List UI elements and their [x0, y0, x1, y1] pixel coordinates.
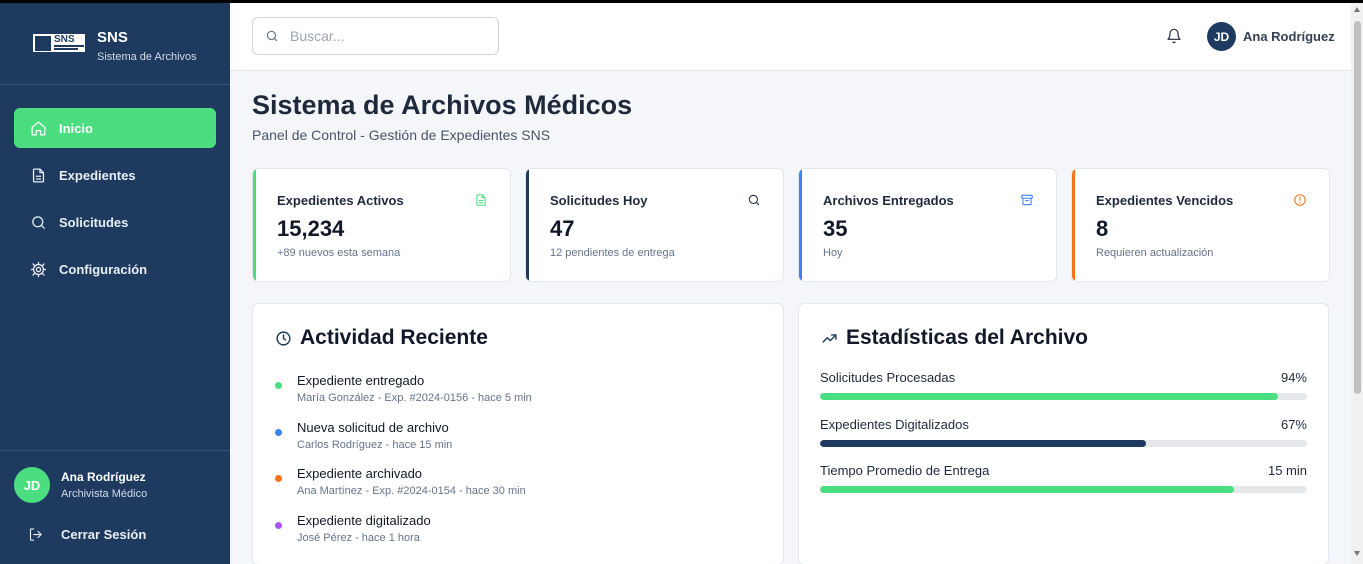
- activity-title: Expediente entregado: [297, 373, 425, 388]
- sidebar-item-label: Solicitudes: [59, 214, 129, 230]
- brand-subtitle: Sistema de Archivos: [97, 51, 197, 63]
- clock-icon: [276, 330, 291, 346]
- gear-icon: [30, 261, 47, 277]
- activity-meta: Carlos Rodríguez - hace 15 min: [297, 438, 453, 451]
- home-icon: [31, 120, 46, 136]
- trending-up-icon: [822, 333, 837, 343]
- progress-fill: [820, 439, 1147, 447]
- activity-meta: José Pérez - hace 1 hora: [297, 531, 420, 544]
- page-title: Sistema de Archivos Médicos: [252, 90, 633, 120]
- stat-value: 8: [1096, 216, 1109, 241]
- document-icon: [474, 193, 488, 212]
- page-subtitle: Panel de Control - Gestión de Expediente…: [252, 127, 551, 143]
- sidebar-item-label: Inicio: [59, 120, 93, 136]
- stat-note: Requieren actualización: [1096, 247, 1214, 259]
- stat-label: Expedientes Vencidos: [1096, 193, 1234, 208]
- activity-meta: María González - Exp. #2024-0156 - hace …: [297, 392, 532, 404]
- header-user-name[interactable]: Ana Rodríguez: [1243, 29, 1335, 44]
- progress-fill: [820, 486, 1234, 493]
- stat-card-archivos-entregados: Archivos Entregados 35 Hoy: [798, 168, 1057, 282]
- avatar: JD: [14, 467, 50, 503]
- brand-name: SNS: [97, 29, 128, 46]
- sidebar-item-label: Expedientes: [59, 167, 136, 183]
- bell-icon: [1167, 28, 1181, 44]
- logout-button[interactable]: Cerrar Sesión: [28, 527, 146, 542]
- brand: SNS SNS Sistema de Archivos: [0, 3, 230, 85]
- search-icon: [747, 193, 761, 212]
- sidebar-user: JD Ana Rodríguez Archivista Médico Cerra…: [0, 450, 230, 564]
- stat-row-value: 67%: [1280, 416, 1307, 432]
- panel-title: Estadísticas del Archivo: [821, 326, 1088, 350]
- search-icon: [266, 30, 278, 42]
- sidebar-item-expedientes[interactable]: Expedientes: [14, 155, 216, 195]
- search-input[interactable]: [290, 28, 480, 44]
- stat-value: 47: [550, 216, 575, 241]
- status-dot: [275, 475, 282, 482]
- archive-icon: [1020, 193, 1034, 212]
- sidebar-item-solicitudes[interactable]: Solicitudes: [14, 202, 216, 242]
- avatar[interactable]: JD: [1207, 22, 1236, 51]
- card-accent: [799, 169, 802, 281]
- stat-card-expedientes-vencidos: Expedientes Vencidos 8 Requieren actuali…: [1071, 168, 1330, 282]
- progress-track: [820, 393, 1307, 400]
- stat-label: Archivos Entregados: [823, 193, 954, 208]
- sidebar-nav: Inicio Expedientes Solicitudes Configura…: [14, 108, 216, 296]
- recent-activity-panel: Actividad Reciente Expediente entregado M…: [252, 303, 784, 564]
- activity-title: Expediente digitalizado: [297, 512, 431, 528]
- activity-title: Nueva solicitud de archivo: [297, 419, 449, 435]
- stat-row-label: Expedientes Digitalizados: [820, 416, 969, 432]
- progress-fill: [820, 393, 1278, 400]
- status-dot: [275, 428, 282, 436]
- status-dot: [275, 382, 282, 389]
- stat-row-label: Solicitudes Procesadas: [820, 370, 956, 385]
- logout-icon: [29, 528, 42, 541]
- stat-card-solicitudes-hoy: Solicitudes Hoy 47 12 pendientes de entr…: [525, 168, 784, 282]
- archive-stats-panel: Estadísticas del Archivo Solicitudes Pro…: [798, 303, 1329, 564]
- logout-label: Cerrar Sesión: [61, 527, 147, 542]
- panel-title: Actividad Reciente: [275, 326, 488, 350]
- scroll-thumb[interactable]: [1354, 21, 1361, 394]
- activity-title: Expediente archivado: [297, 466, 423, 481]
- stat-value: 35: [823, 216, 848, 241]
- stat-label: Solicitudes Hoy: [550, 193, 648, 208]
- sidebar-item-inicio[interactable]: Inicio: [14, 108, 216, 148]
- alert-icon: [1293, 193, 1307, 212]
- card-accent: [1072, 169, 1075, 281]
- activity-meta: Ana Martínez - Exp. #2024-0154 - hace 30…: [297, 485, 526, 497]
- scroll-down-arrow[interactable]: [1354, 551, 1360, 556]
- stat-card-expedientes-activos: Expedientes Activos 15,234 +89 nuevos es…: [252, 168, 511, 282]
- user-role: Archivista Médico: [61, 488, 148, 500]
- stat-row-label: Tiempo Promedio de Entrega: [820, 463, 990, 478]
- search-box: [252, 17, 499, 55]
- stat-value: 15,234: [277, 216, 345, 241]
- stat-row-value: 15 min: [1267, 463, 1307, 478]
- stat-label: Expedientes Activos: [277, 193, 404, 208]
- user-name: Ana Rodríguez: [61, 470, 146, 484]
- stat-note: Hoy: [823, 247, 843, 259]
- progress-track: [820, 486, 1307, 493]
- status-dot: [275, 521, 282, 529]
- stat-note: 12 pendientes de entrega: [550, 247, 675, 259]
- window-top-edge: [0, 0, 1363, 3]
- sidebar-item-label: Configuración: [59, 261, 148, 277]
- sidebar: SNS SNS Sistema de Archivos Inicio Exped…: [0, 3, 230, 564]
- scrollbar[interactable]: [1351, 3, 1363, 564]
- sns-logo: SNS: [32, 33, 86, 53]
- notifications-button[interactable]: [1166, 28, 1182, 49]
- scroll-up-arrow[interactable]: [1354, 7, 1360, 12]
- top-header: JD Ana Rodríguez: [230, 3, 1351, 71]
- card-accent: [526, 169, 529, 281]
- search-icon: [32, 215, 45, 229]
- file-icon: [32, 167, 45, 183]
- card-accent: [253, 169, 256, 281]
- sidebar-item-configuracion[interactable]: Configuración: [14, 249, 216, 289]
- stat-row-value: 94%: [1280, 370, 1307, 385]
- stat-note: +89 nuevos esta semana: [277, 247, 401, 259]
- progress-track: [820, 439, 1307, 447]
